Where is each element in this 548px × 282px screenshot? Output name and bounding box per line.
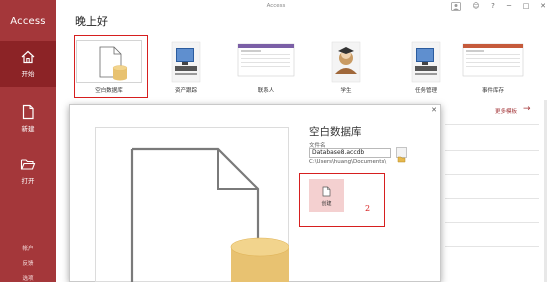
- blank-database-icon: [99, 46, 128, 81]
- folder-icon: [397, 156, 406, 163]
- recent-list-divider: [445, 222, 539, 223]
- nav-item-open[interactable]: 打开: [0, 148, 56, 194]
- new-file-icon: [22, 104, 34, 120]
- recent-list-divider: [445, 150, 539, 151]
- template-label: 事件库存: [481, 88, 504, 94]
- nav-item-new[interactable]: 新建: [0, 96, 56, 142]
- recent-list-divider: [445, 198, 539, 199]
- blank-database-preview-icon: [130, 147, 289, 282]
- navigation-pane: Access 开始 新建 打开 帐户 反馈 选项: [0, 0, 56, 282]
- more-templates-link[interactable]: 更多模板: [495, 107, 517, 115]
- browse-folder-button[interactable]: [396, 147, 407, 163]
- nav-label-open: 打开: [21, 177, 35, 185]
- template-thumbnail: [153, 40, 219, 83]
- inventory-icon: [462, 43, 524, 77]
- close-window-button[interactable]: ✕: [537, 1, 548, 11]
- template-label: 联系人: [257, 88, 275, 94]
- save-path: C:\Users\huang\Documents\: [309, 159, 387, 165]
- scrollbar[interactable]: [544, 100, 547, 282]
- template-label: 空白数据库: [95, 88, 123, 94]
- template-thumbnail: [460, 40, 526, 83]
- template-thumbnail: [76, 40, 142, 83]
- user-avatar-icon[interactable]: [451, 2, 461, 11]
- recent-list-divider: [445, 174, 539, 175]
- new-file-icon: [322, 186, 331, 197]
- template-label: 学生: [340, 88, 352, 94]
- recent-list-divider: [445, 124, 539, 125]
- nav-options[interactable]: 选项: [0, 274, 56, 282]
- nav-label-new: 新建: [21, 125, 35, 133]
- arrow-right-icon[interactable]: →: [523, 104, 531, 114]
- nav-label-home: 开始: [21, 70, 35, 78]
- nav-item-home[interactable]: 开始: [0, 41, 56, 87]
- window-title: Access: [266, 3, 286, 9]
- nav-account[interactable]: 帐户: [0, 244, 56, 252]
- help-button[interactable]: ?: [487, 1, 499, 11]
- dialog-title: 空白数据库: [309, 126, 362, 138]
- template-blank-database[interactable]: 空白数据库: [76, 40, 142, 96]
- contacts-icon: [237, 43, 295, 77]
- template-asset-tracking[interactable]: 资产跟踪: [153, 40, 219, 96]
- template-thumbnail: [313, 40, 379, 83]
- template-task-management[interactable]: 任务管理: [393, 40, 459, 96]
- students-icon: [331, 41, 361, 83]
- open-folder-icon: [20, 159, 36, 170]
- template-students[interactable]: 学生: [313, 40, 379, 96]
- template-thumbnail: [233, 40, 299, 83]
- file-name-input[interactable]: Database8.accdb: [309, 148, 391, 158]
- recent-list-divider: [445, 246, 539, 247]
- template-label: 资产跟踪: [174, 88, 197, 94]
- create-button[interactable]: 创建: [309, 179, 344, 212]
- template-label: 任务管理: [414, 88, 437, 94]
- app-name: Access: [10, 16, 46, 27]
- dialog-close-button[interactable]: ✕: [429, 106, 439, 114]
- home-icon: [21, 50, 35, 64]
- asset-tracking-icon: [171, 41, 201, 83]
- task-management-icon: [411, 41, 441, 83]
- create-button-label: 创建: [321, 201, 332, 207]
- minimize-button[interactable]: ─: [503, 1, 515, 11]
- template-thumbnail: [393, 40, 459, 83]
- feedback-smiley-button[interactable]: ☺: [470, 1, 482, 11]
- nav-feedback[interactable]: 反馈: [0, 259, 56, 267]
- template-contacts[interactable]: 联系人: [233, 40, 299, 96]
- maximize-button[interactable]: □: [520, 1, 532, 11]
- greeting-heading: 晚上好: [75, 15, 108, 28]
- template-inventory[interactable]: 事件库存: [460, 40, 526, 96]
- highlight-number-2: 2: [365, 204, 371, 213]
